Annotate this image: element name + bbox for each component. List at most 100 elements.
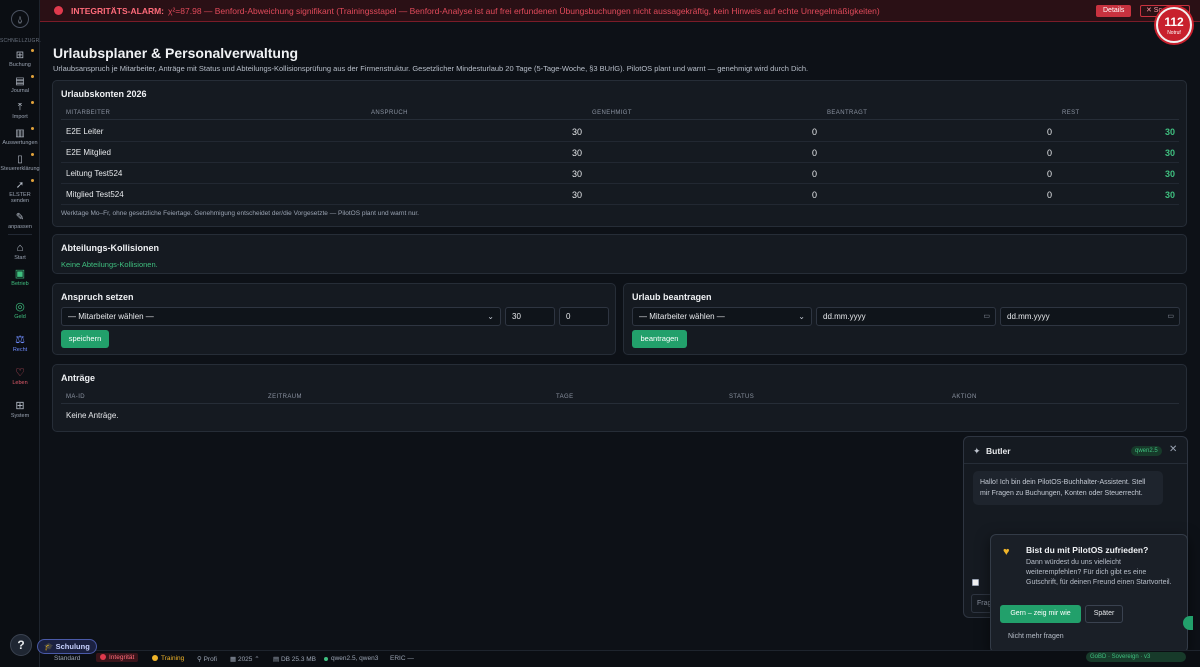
help-button[interactable]: ? xyxy=(10,634,32,656)
year-selector[interactable]: ▦ 2025 ⌃ xyxy=(230,655,260,663)
requests-card: Anträge MA-ID ZEITRAUM TAGE STATUS AKTIO… xyxy=(52,364,1187,432)
app-logo-icon[interactable]: ⍙ xyxy=(11,10,29,28)
date-from-input[interactable]: dd.mm.yyyy ▭ xyxy=(816,307,996,326)
chat-toggle-button[interactable] xyxy=(1183,616,1193,630)
sidebar: ⍙ SCHNELLZUGR. ⊞ Buchung ▤ Journal ⤒ Import… xyxy=(0,0,41,667)
vacation-accounts-card: Urlaubskonten 2026 MITARBEITER ANSPRUCH … xyxy=(52,80,1187,227)
submit-request-button[interactable]: beantragen xyxy=(632,330,687,348)
alarm-dot-icon xyxy=(54,6,63,15)
employee-select[interactable]: — Mitarbeiter wählen — ⌄ xyxy=(632,307,812,326)
set-entitlement-card: Anspruch setzen — Mitarbeiter wählen — ⌄ … xyxy=(52,283,616,355)
chevron-down-icon: ⌄ xyxy=(487,312,494,321)
approved-value: 0 xyxy=(812,169,818,179)
card-title: Abteilungs-Kollisionen xyxy=(61,243,159,253)
save-button[interactable]: speichern xyxy=(61,330,109,348)
requested-value: 0 xyxy=(1047,127,1053,137)
sidebar-cat-recht[interactable]: ⚖ Recht xyxy=(0,335,40,354)
employee-name: Leitung Test524 xyxy=(66,169,123,178)
emergency-number: 112 xyxy=(1164,15,1184,29)
grid-plus-icon: ⊞ xyxy=(15,50,25,61)
profile-indicator[interactable]: ⚲ Profi xyxy=(197,655,217,663)
requested-value: 0 xyxy=(1047,190,1053,200)
sidebar-cat-geld[interactable]: ◎ Geld xyxy=(0,301,40,321)
close-icon[interactable]: ✕ xyxy=(1169,444,1177,455)
training-mode-badge[interactable]: 🎓 Schulung xyxy=(37,639,97,654)
requested-value: 0 xyxy=(1047,148,1053,158)
approved-value: 0 xyxy=(812,148,818,158)
column-header: TAGE xyxy=(556,394,574,400)
status-dot-icon xyxy=(100,654,106,660)
column-header: MA-ID xyxy=(66,394,85,400)
sidebar-cat-betrieb[interactable]: ▣ Betrieb xyxy=(0,269,40,288)
column-header: ZEITRAUM xyxy=(268,394,302,400)
upload-icon: ⤒ xyxy=(17,102,23,113)
home-icon: ⌂ xyxy=(16,242,24,254)
rest-value: 30 xyxy=(1165,148,1176,158)
collisions-card: Abteilungs-Kollisionen Keine Abteilungs-… xyxy=(52,234,1187,274)
sparkle-icon: ✦ xyxy=(973,446,981,456)
emergency-label: Notruf xyxy=(1167,30,1181,36)
collisions-status: Keine Abteilungs-Kollisionen. xyxy=(61,260,158,269)
table-header: MA-ID ZEITRAUM TAGE STATUS AKTION xyxy=(61,390,1179,404)
sidebar-item-elster[interactable]: ➚ ELSTER senden xyxy=(0,179,40,204)
sidebar-cat-system[interactable]: ⊞ System xyxy=(0,400,40,420)
table-row: E2E Mitglied 30 0 0 30 xyxy=(61,142,1179,163)
column-header: GENEHMIGT xyxy=(592,110,632,116)
rest-value: 30 xyxy=(1165,190,1176,200)
accept-referral-button[interactable]: Gern – zeig mir wie xyxy=(1000,605,1081,623)
card-title: Urlaub beantragen xyxy=(632,292,712,302)
sidebar-item-anpassen[interactable]: ✎ anpassen xyxy=(0,212,40,230)
chevron-down-icon: ⌄ xyxy=(798,312,805,321)
column-header: REST xyxy=(1062,110,1080,116)
emergency-button[interactable]: 112 Notruf xyxy=(1156,7,1192,43)
request-vacation-card: Urlaub beantragen — Mitarbeiter wählen —… xyxy=(623,283,1187,355)
db-size: ▤ DB 25.3 MB xyxy=(273,656,316,663)
sidebar-cat-leben[interactable]: ♡ Leben xyxy=(0,368,40,387)
sidebar-item-buchung[interactable]: ⊞ Buchung xyxy=(0,49,40,68)
empty-row: Keine Anträge. xyxy=(61,405,1179,426)
sidebar-cat-start[interactable]: ⌂ Start xyxy=(0,242,40,262)
rest-value: 30 xyxy=(1165,169,1176,179)
integrity-status[interactable]: Integrität xyxy=(96,653,139,662)
accounts-note: Werktage Mo–Fr, ohne gesetzliche Feierta… xyxy=(61,210,419,217)
divider xyxy=(964,463,1187,464)
carryover-days-input[interactable]: 0 xyxy=(559,307,609,326)
later-button[interactable]: Später xyxy=(1085,605,1123,623)
entitlement-days-input[interactable]: 30 xyxy=(505,307,555,326)
table-row: Leitung Test524 30 0 0 30 xyxy=(61,163,1179,184)
heart-icon: ♥ xyxy=(1003,546,1010,558)
sidebar-item-auswertungen[interactable]: ▥ Auswertungen xyxy=(0,127,40,146)
empty-state-text: Keine Anträge. xyxy=(66,411,119,420)
survey-title: Bist du mit PilotOS zufrieden? xyxy=(1026,545,1149,555)
approved-value: 0 xyxy=(812,127,818,137)
status-dot-icon xyxy=(324,657,328,661)
graduation-cap-icon: 🎓 xyxy=(44,642,54,651)
calendar-icon[interactable]: ▭ xyxy=(983,308,990,325)
date-to-input[interactable]: dd.mm.yyyy ▭ xyxy=(1000,307,1180,326)
table-row: Mitglied Test524 30 0 0 30 xyxy=(61,184,1179,205)
column-header: STATUS xyxy=(729,394,755,400)
model-status: qwen2.5, qwen3 xyxy=(324,655,378,662)
coins-icon: ◎ xyxy=(15,301,25,313)
chart-icon: ▥ xyxy=(15,128,25,139)
page-subtitle: Urlaubsanspruch je Mitarbeiter, Anträge … xyxy=(53,64,809,73)
integrity-alarm-banner: INTEGRITÄTS-ALARM: χ²=87.98 — Benford-Ab… xyxy=(40,0,1200,22)
column-header: ANSPRUCH xyxy=(371,110,408,116)
employee-select[interactable]: — Mitarbeiter wählen — ⌄ xyxy=(61,307,501,326)
sidebar-item-journal[interactable]: ▤ Journal xyxy=(0,75,40,94)
alarm-text: χ²=87.98 — Benford-Abweichung signifikan… xyxy=(168,5,880,16)
employee-name: E2E Leiter xyxy=(66,127,104,136)
sidebar-item-import[interactable]: ⤒ Import xyxy=(0,101,40,120)
alarm-details-button[interactable]: Details xyxy=(1096,5,1132,17)
send-icon: ➚ xyxy=(15,180,25,191)
employee-name: E2E Mitglied xyxy=(66,148,111,157)
apps-icon: ⊞ xyxy=(15,400,25,412)
calendar-icon[interactable]: ▭ xyxy=(1167,308,1174,325)
training-status[interactable]: Training xyxy=(152,655,184,662)
mode-indicator[interactable]: Standard xyxy=(54,655,80,662)
never-ask-link[interactable]: Nicht mehr fragen xyxy=(1008,633,1064,640)
sidebar-divider xyxy=(8,234,32,235)
butler-checkbox[interactable] xyxy=(972,579,979,586)
sidebar-item-steuererklaerung[interactable]: ▯ Steuererklärung xyxy=(0,153,40,172)
alarm-title: INTEGRITÄTS-ALARM: xyxy=(71,5,165,16)
